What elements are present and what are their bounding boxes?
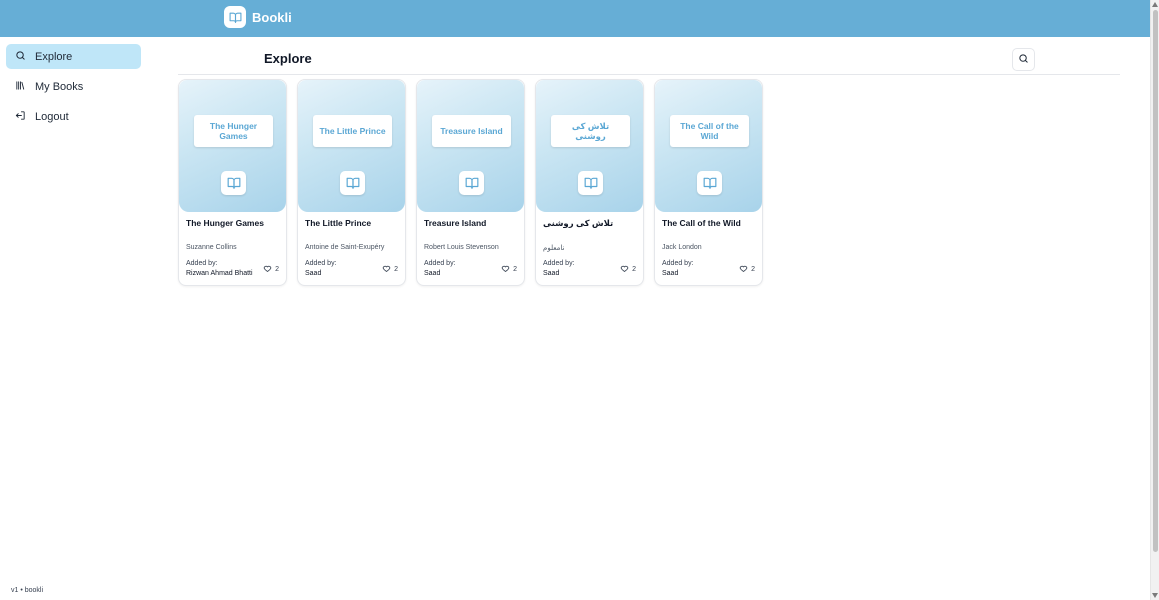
added-by-name: Rizwan Ahmad Bhatti	[186, 270, 253, 277]
added-by-name: Saad	[662, 270, 679, 277]
book-author: Suzanne Collins	[186, 244, 237, 251]
like-count: 2	[275, 266, 279, 273]
cover-title: The Little Prince	[313, 115, 392, 147]
heart-icon	[263, 264, 272, 275]
sidebar-item-explore[interactable]: Explore	[6, 44, 141, 69]
added-by-label: Added by:	[305, 260, 337, 267]
brand[interactable]: Bookli	[224, 6, 292, 28]
sidebar-item-label: Explore	[35, 50, 73, 63]
book-title[interactable]: The Call of the Wild	[662, 218, 741, 228]
cover-title: The Hunger Games	[194, 115, 273, 147]
book-card[interactable]: تلاش کی روشنی تلاش کی روشنی نامعلوم Adde…	[535, 79, 644, 286]
book-open-icon	[340, 171, 365, 195]
added-by-name: Saad	[305, 270, 322, 277]
book-author: Jack London	[662, 244, 702, 251]
book-card[interactable]: The Call of the Wild The Call of the Wil…	[654, 79, 763, 286]
book-title[interactable]: The Little Prince	[305, 218, 371, 228]
cover-title: Treasure Island	[432, 115, 511, 147]
added-by-label: Added by:	[543, 260, 575, 267]
added-by-label: Added by:	[424, 260, 456, 267]
book-cover[interactable]: The Call of the Wild	[655, 80, 762, 212]
book-grid: The Hunger Games The Hunger Games Suzann…	[178, 79, 763, 286]
heart-icon	[501, 264, 510, 275]
header-divider	[178, 74, 1120, 75]
scrollbar-thumb[interactable]	[1153, 10, 1158, 552]
book-card[interactable]: The Little Prince The Little Prince Anto…	[297, 79, 406, 286]
sidebar-item-label: My Books	[35, 80, 84, 93]
sidebar-item-logout[interactable]: Logout	[6, 104, 141, 129]
book-open-icon	[224, 6, 246, 28]
cover-title: تلاش کی روشنی	[551, 115, 630, 147]
page-title: Explore	[264, 51, 312, 66]
version-label: v1 • bookli	[11, 587, 44, 594]
book-author: Antoine de Saint-Exupéry	[305, 244, 385, 251]
book-cover[interactable]: تلاش کی روشنی	[536, 80, 643, 212]
book-cover[interactable]: The Little Prince	[298, 80, 405, 212]
heart-icon	[620, 264, 629, 275]
book-title[interactable]: The Hunger Games	[186, 218, 264, 228]
vertical-scrollbar[interactable]	[1150, 0, 1159, 600]
added-by: Added by: Saad	[424, 259, 456, 279]
book-cover[interactable]: Treasure Island	[417, 80, 524, 212]
sidebar-item-my-books[interactable]: My Books	[6, 74, 141, 99]
like-button[interactable]: 2	[382, 264, 398, 275]
book-open-icon	[697, 171, 722, 195]
sidebar-item-label: Logout	[35, 110, 69, 123]
like-button[interactable]: 2	[263, 264, 279, 275]
search-icon	[15, 50, 26, 64]
like-count: 2	[394, 266, 398, 273]
book-author: Robert Louis Stevenson	[424, 244, 499, 251]
added-by-name: Saad	[543, 270, 560, 277]
heart-icon	[739, 264, 748, 275]
added-by: Added by: Saad	[305, 259, 337, 279]
like-count: 2	[751, 266, 755, 273]
book-card[interactable]: Treasure Island Treasure Island Robert L…	[416, 79, 525, 286]
added-by-name: Saad	[424, 270, 441, 277]
search-button[interactable]	[1012, 48, 1035, 71]
logout-icon	[15, 110, 26, 124]
book-open-icon	[221, 171, 246, 195]
sidebar: Explore My Books Logout v1 • bookli	[0, 37, 148, 600]
added-by: Added by: Saad	[662, 259, 694, 279]
scroll-up-arrow-icon[interactable]	[1152, 2, 1158, 7]
added-by-label: Added by:	[186, 260, 218, 267]
book-title[interactable]: تلاش کی روشنی	[543, 218, 613, 229]
added-by: Added by: Saad	[543, 259, 575, 279]
book-author: نامعلوم	[543, 245, 565, 252]
search-icon	[1018, 51, 1029, 69]
top-header: Bookli	[0, 0, 1150, 37]
app-name: Bookli	[252, 9, 292, 25]
like-count: 2	[513, 266, 517, 273]
book-cover[interactable]: The Hunger Games	[179, 80, 286, 212]
cover-title: The Call of the Wild	[670, 115, 749, 147]
like-button[interactable]: 2	[501, 264, 517, 275]
heart-icon	[382, 264, 391, 275]
library-icon	[15, 80, 26, 94]
scroll-down-arrow-icon[interactable]	[1152, 593, 1158, 598]
like-button[interactable]: 2	[739, 264, 755, 275]
added-by: Added by: Rizwan Ahmad Bhatti	[186, 259, 253, 279]
book-title[interactable]: Treasure Island	[424, 218, 486, 228]
like-button[interactable]: 2	[620, 264, 636, 275]
added-by-label: Added by:	[662, 260, 694, 267]
book-open-icon	[578, 171, 603, 195]
book-open-icon	[459, 171, 484, 195]
like-count: 2	[632, 266, 636, 273]
book-card[interactable]: The Hunger Games The Hunger Games Suzann…	[178, 79, 287, 286]
